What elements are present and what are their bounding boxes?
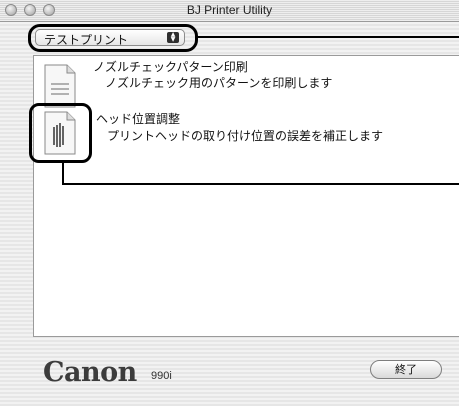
window-title: BJ Printer Utility bbox=[186, 3, 273, 17]
title-bar: BJ Printer Utility bbox=[0, 0, 459, 22]
callout-head-leader-line-horizontal bbox=[62, 183, 459, 185]
list-item-title: ヘッド位置調整 bbox=[96, 112, 181, 126]
quit-button[interactable]: 終了 bbox=[370, 360, 442, 379]
callout-popup-leader-line bbox=[196, 36, 459, 38]
callout-head-leader-line-vertical bbox=[62, 162, 64, 185]
list-item-desc: プリントヘッドの取り付け位置の誤差を補正します bbox=[107, 129, 384, 143]
model-name: 990i bbox=[151, 370, 172, 382]
printer-utility-window: BJ Printer Utility テストプリント ▲ ▼ ノズルチェックパター… bbox=[0, 0, 459, 406]
canon-logo: Canon bbox=[43, 357, 137, 388]
callout-head-icon-outline bbox=[29, 103, 92, 163]
function-list: ノズルチェックパターン印刷 ノズルチェック用のパターンを印刷します ヘッド位置調… bbox=[33, 55, 459, 337]
list-item-title: ノズルチェックパターン印刷 bbox=[93, 60, 248, 74]
callout-popup-outline bbox=[28, 24, 198, 52]
list-item-desc: ノズルチェック用のパターンを印刷します bbox=[105, 76, 333, 90]
